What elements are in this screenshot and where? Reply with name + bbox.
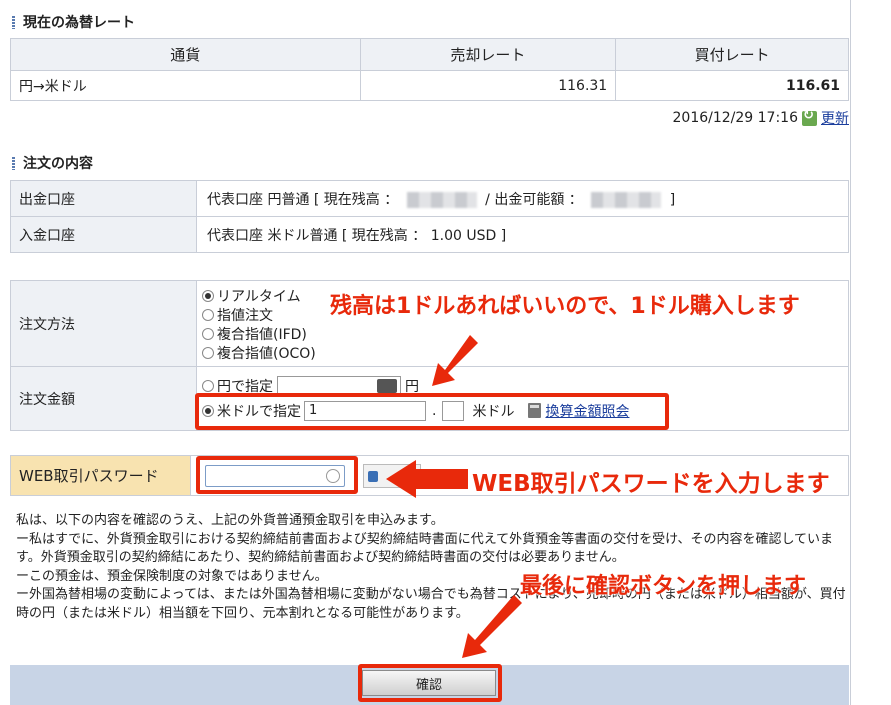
annotation-password-note: WEB取引パスワードを入力します	[472, 471, 830, 497]
arrow-to-password	[386, 460, 468, 498]
annotation-balance-note: 残高は1ドルあればいいので、1ドル購入します	[330, 294, 800, 319]
arrow-to-confirm	[462, 595, 522, 658]
annotation-confirm-note: 最後に確認ボタンを押します	[520, 574, 807, 599]
arrow-to-usd-amount	[432, 335, 478, 386]
